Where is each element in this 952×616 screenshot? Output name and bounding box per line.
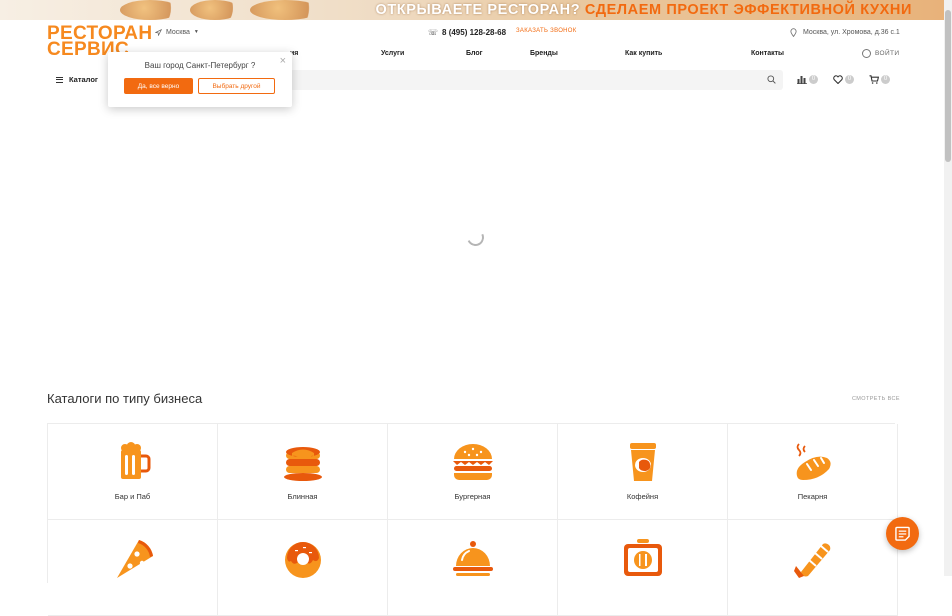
page-scrollbar[interactable] xyxy=(944,0,952,576)
business-card-label: Кофейня xyxy=(626,492,659,501)
business-card-bar[interactable]: Бар и Паб xyxy=(48,424,218,520)
city-confirm-popup: Ваш город Санкт-Петербург ? × Да, все ве… xyxy=(108,52,292,107)
city-question: Ваш город Санкт-Петербург ? xyxy=(144,61,256,70)
nav-item-blog[interactable]: Блог xyxy=(466,50,483,57)
scrollbar-thumb[interactable] xyxy=(945,10,951,162)
heart-icon xyxy=(833,75,843,84)
promo-banner[interactable]: ОТКРЫВАЕТЕ РЕСТОРАН? СДЕЛАЕМ ПРОЕКТ ЭФФЕ… xyxy=(0,0,944,20)
map-pin-icon xyxy=(790,27,797,37)
city-selector[interactable]: Москва ▼ xyxy=(155,26,199,38)
confirm-city-button[interactable]: Да, все верно xyxy=(124,78,193,94)
search-icon[interactable] xyxy=(767,75,776,84)
close-icon[interactable]: × xyxy=(280,56,286,67)
compare-count: 0 xyxy=(809,75,818,84)
city-name: Москва xyxy=(166,28,190,36)
pizza-slice-icon xyxy=(117,540,153,578)
business-card-canteen[interactable] xyxy=(558,520,728,616)
business-catalog-grid: Бар и Паб Блинная Бургерная Кофейня Пека… xyxy=(47,423,898,616)
banner-food-image xyxy=(120,0,180,20)
chevron-down-icon: ▼ xyxy=(193,29,199,35)
business-card-burgers[interactable]: Бургерная xyxy=(388,424,558,520)
donut-icon xyxy=(285,542,321,578)
business-card-fastfood[interactable] xyxy=(728,520,898,616)
nav-item-contacts[interactable]: Контакты xyxy=(751,50,784,57)
loading-spinner-icon xyxy=(464,226,487,249)
compare-button[interactable]: 0 xyxy=(797,75,818,84)
cart-count: 0 xyxy=(881,75,890,84)
favorites-button[interactable]: 0 xyxy=(833,75,854,84)
callback-link[interactable]: заказать звонок xyxy=(516,28,577,40)
nav-item-brands[interactable]: Бренды xyxy=(530,50,558,57)
business-card-label: Пекарня xyxy=(797,492,828,501)
location-arrow-icon xyxy=(155,28,162,36)
bread-icon xyxy=(796,443,831,480)
banner-food-image xyxy=(250,0,320,20)
search-input[interactable] xyxy=(290,70,783,90)
choose-other-city-button[interactable]: Выбрать другой xyxy=(198,78,275,94)
favorites-count: 0 xyxy=(845,75,854,84)
banner-headline: ОТКРЫВАЕТЕ РЕСТОРАН? СДЕЛАЕМ ПРОЕКТ ЭФФЕ… xyxy=(375,2,912,18)
login-button[interactable]: ВОЙТИ xyxy=(862,49,900,58)
menu-board-icon xyxy=(624,539,662,576)
user-icon xyxy=(862,49,871,58)
phone-number[interactable]: ☏ 8 (495) 128-28-68 xyxy=(428,26,506,38)
business-card-donuts[interactable] xyxy=(218,520,388,616)
shawarma-icon xyxy=(794,543,831,578)
see-all-link[interactable]: СМОТРЕТЬ ВСЕ xyxy=(852,396,900,402)
store-address[interactable]: Москва, ул. Хромова, д.36 с.1 xyxy=(790,26,900,38)
business-card-label: Блинная xyxy=(287,492,318,501)
business-card-coffee[interactable]: Кофейня xyxy=(558,424,728,520)
beer-mug-icon xyxy=(121,442,151,479)
chat-icon xyxy=(895,526,910,541)
coffee-cup-icon xyxy=(630,443,656,481)
cloche-icon xyxy=(453,541,493,576)
cart-button[interactable]: 0 xyxy=(869,75,890,84)
business-card-label: Бургерная xyxy=(454,492,491,501)
business-card-label: Бар и Паб xyxy=(114,492,151,501)
business-card-pancakes[interactable]: Блинная xyxy=(218,424,388,520)
business-card-bakery[interactable]: Пекарня xyxy=(728,424,898,520)
banner-food-image xyxy=(190,0,240,20)
compare-chart-icon xyxy=(797,76,807,84)
menu-icon xyxy=(56,76,63,83)
nav-item-services[interactable]: Услуги xyxy=(381,50,404,57)
business-card-pizza[interactable] xyxy=(48,520,218,616)
business-card-restaurant[interactable] xyxy=(388,520,558,616)
chat-widget-button[interactable] xyxy=(886,517,919,550)
cart-icon xyxy=(869,75,879,84)
catalog-button[interactable]: Каталог xyxy=(56,75,98,84)
burger-icon xyxy=(453,444,493,480)
pancakes-icon xyxy=(284,447,322,481)
phone-icon: ☏ xyxy=(428,27,439,37)
nav-item-how-to-buy[interactable]: Как купить xyxy=(625,50,662,57)
business-catalog-title: Каталоги по типу бизнеса xyxy=(47,391,203,406)
